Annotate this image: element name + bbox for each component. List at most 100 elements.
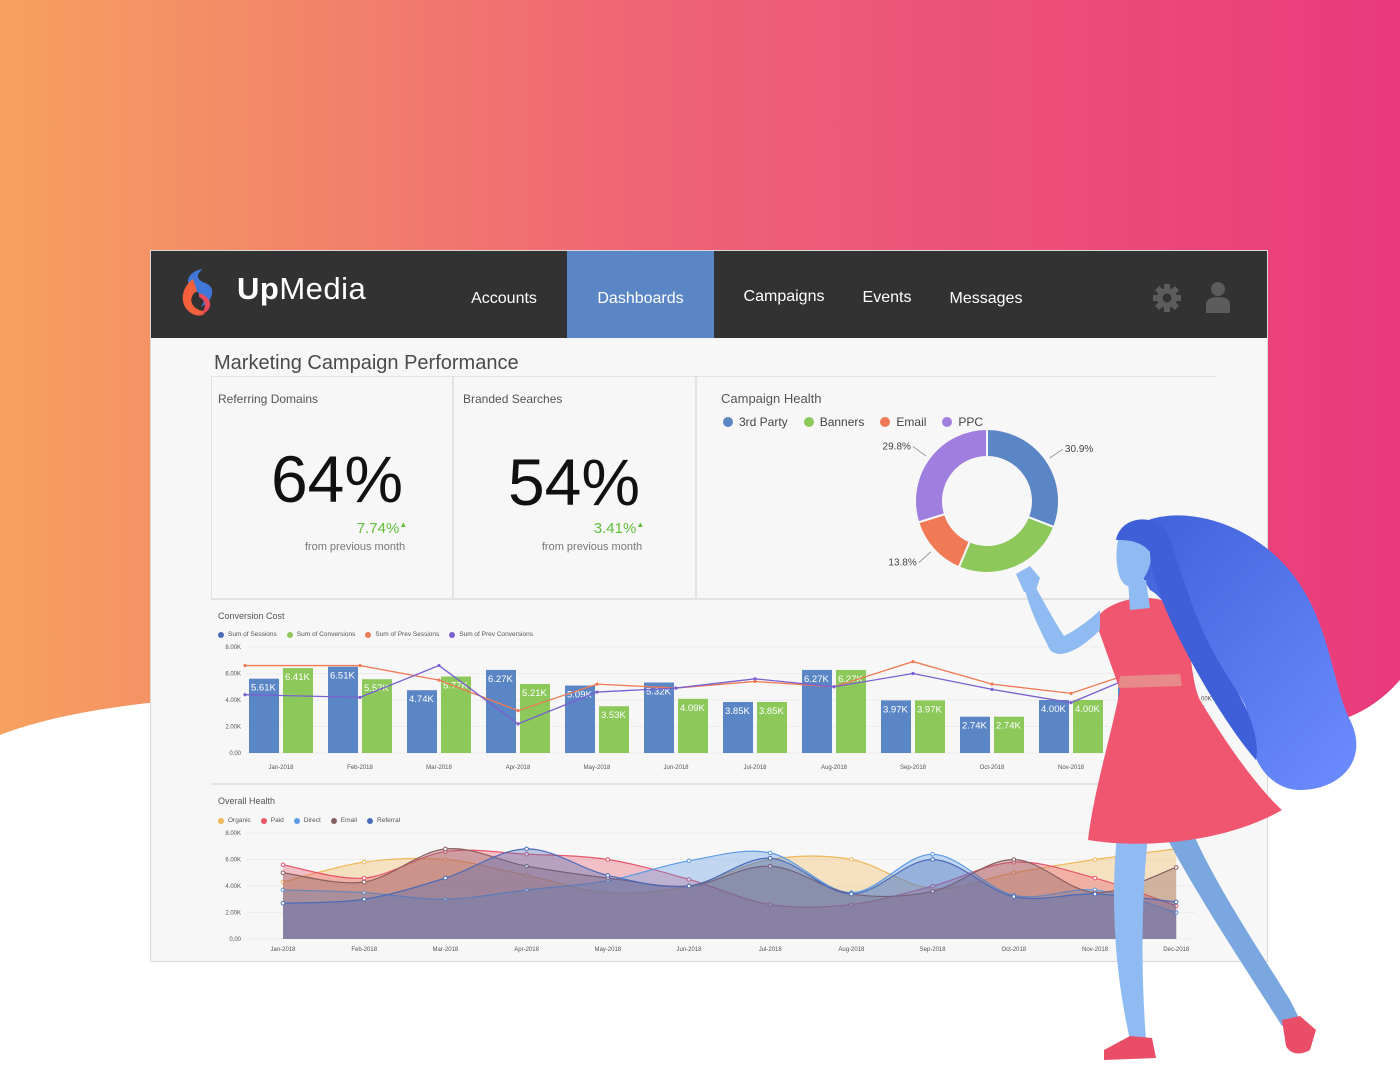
nav-dashboards[interactable]: Dashboards: [567, 251, 714, 338]
legend-label: Referral: [377, 817, 401, 824]
area-point: [1173, 865, 1179, 870]
x-tick-label: Jul-2018: [759, 947, 783, 953]
x-tick-label: Apr-2018: [506, 765, 531, 771]
legend-item[interactable]: Email: [330, 817, 357, 824]
area-point: [443, 875, 448, 881]
y-tick-label: 8.00K: [225, 831, 241, 837]
x-tick-label: Sep-2018: [900, 765, 927, 771]
bar-label: 3.97K: [917, 704, 942, 715]
legend-item[interactable]: Referral: [367, 817, 400, 824]
x-tick-label: Apr-2018: [514, 947, 539, 953]
legend-item[interactable]: Banners: [803, 415, 865, 429]
area-point: [686, 883, 692, 889]
legend-item[interactable]: Sum of Sessions: [218, 631, 277, 638]
x-tick-label: Jan-2018: [268, 765, 294, 771]
legend-label: Sum of Sessions: [228, 631, 277, 638]
legend-label: Direct: [303, 817, 321, 824]
area-point: [280, 900, 286, 906]
legend-item[interactable]: Email: [880, 415, 926, 429]
legend-item[interactable]: Paid: [260, 817, 284, 824]
area-point: [361, 879, 367, 885]
line-point: [516, 722, 520, 726]
legend-dot: [218, 817, 224, 824]
x-tick-label: Oct-2018: [1001, 947, 1026, 953]
legend-dot: [723, 417, 733, 427]
kpi-delta-referring-domains: 7.74%▲: [262, 520, 502, 537]
area-point: [1092, 857, 1098, 862]
legend-dot: [293, 817, 300, 824]
area-point: [849, 891, 854, 897]
kpi-title-referring-domains: Referring Domains: [218, 392, 319, 406]
dashboard-window: UpMedia Accounts Dashboards Campaigns Ev…: [150, 250, 1268, 962]
legend-label: Banners: [819, 415, 865, 429]
nav-messages[interactable]: Messages: [939, 251, 1033, 338]
title-divider: [211, 376, 1217, 377]
bar-label: 4.09K: [680, 703, 705, 714]
area-point: [280, 862, 286, 868]
legend-dot: [330, 817, 337, 824]
line-point: [437, 678, 441, 682]
y-tick-label: 2.00K: [225, 911, 241, 917]
area-point: [443, 846, 448, 852]
legend-item[interactable]: Sum of Prev Conversions: [449, 631, 533, 638]
kpi-sub-referring-domains: from previous month: [304, 541, 406, 553]
y-tick-label: 0.00: [229, 937, 241, 943]
campaign-health-legend: 3rd Party Banners Email PPC: [723, 415, 999, 429]
bar-label: 6.51K: [330, 671, 355, 682]
area-point: [361, 859, 367, 865]
area-point: [1173, 899, 1179, 905]
area-point: [605, 873, 611, 878]
conversion-cost-chart: 0.00 2.00K 4.00K 6.00K 8.00K 5.61K 6.41K Jan-20…: [225, 645, 1211, 771]
legend-label: Organic: [228, 817, 251, 824]
y-tick-label: 2.00K: [225, 725, 241, 731]
line-point: [1148, 667, 1152, 672]
brand-bold: Up: [237, 271, 280, 306]
line-point: [358, 663, 362, 668]
line-point: [911, 671, 915, 676]
nav-events[interactable]: Events: [851, 251, 923, 338]
kpi-sub-branded-searches: from previous month: [541, 541, 643, 553]
line-point: [437, 663, 441, 668]
nav-campaigns[interactable]: Campaigns: [733, 251, 835, 338]
x-tick-label: Mar-2018: [426, 765, 452, 771]
area-point: [1011, 894, 1017, 899]
x-tick-label: Dec-2018: [1137, 765, 1164, 771]
overall-health-chart: 0.00 2.00K 4.00K 6.00K 8.00K Jan-2018 Feb-2018…: [225, 831, 1195, 953]
legend-dot: [286, 631, 293, 638]
legend-item[interactable]: PPC: [942, 415, 983, 429]
line-point: [243, 693, 247, 697]
bar-label: 3.85K: [759, 706, 784, 717]
x-tick-label: Sep-2018: [920, 947, 947, 953]
y-tick-label-right: K: [1201, 706, 1205, 712]
legend-item[interactable]: Sum of Prev Sessions: [365, 631, 439, 638]
bar-label: 6.41K: [285, 672, 310, 683]
slice-leader: [912, 446, 927, 457]
card-border: [211, 377, 212, 599]
up-arrow-icon: ▲: [399, 520, 408, 529]
legend-dot: [449, 631, 456, 638]
kpi-delta-value: 7.74%: [356, 520, 400, 537]
legend-dot: [803, 417, 814, 427]
nav-accounts[interactable]: Accounts: [451, 251, 557, 338]
gear-icon[interactable]: [1152, 283, 1182, 313]
line-point: [1069, 701, 1073, 705]
y-tick-label: 6.00K: [225, 672, 241, 678]
x-tick-label: Dec-2018: [1163, 947, 1190, 953]
bar-label: 6.27K: [804, 674, 829, 685]
up-arrow-icon: ▲: [636, 520, 645, 529]
line-point: [243, 663, 247, 668]
x-tick-label: Oct-2018: [980, 765, 1005, 771]
legend-label: Sum of Prev Conversions: [459, 631, 533, 638]
legend-item[interactable]: 3rd Party: [723, 415, 788, 429]
user-icon[interactable]: [1205, 281, 1231, 313]
x-tick-label: Aug-2018: [838, 947, 865, 953]
donut-slice: [914, 427, 988, 524]
x-tick-label: Feb-2018: [351, 947, 377, 953]
legend-item[interactable]: Sum of Conversions: [286, 631, 355, 638]
donut-slice: [916, 512, 972, 569]
line-point: [990, 682, 994, 686]
legend-item[interactable]: Organic: [218, 817, 251, 824]
y-tick-label: 6.00K: [225, 858, 241, 864]
bar-label: 4.74K: [409, 694, 434, 705]
legend-item[interactable]: Direct: [293, 817, 321, 824]
